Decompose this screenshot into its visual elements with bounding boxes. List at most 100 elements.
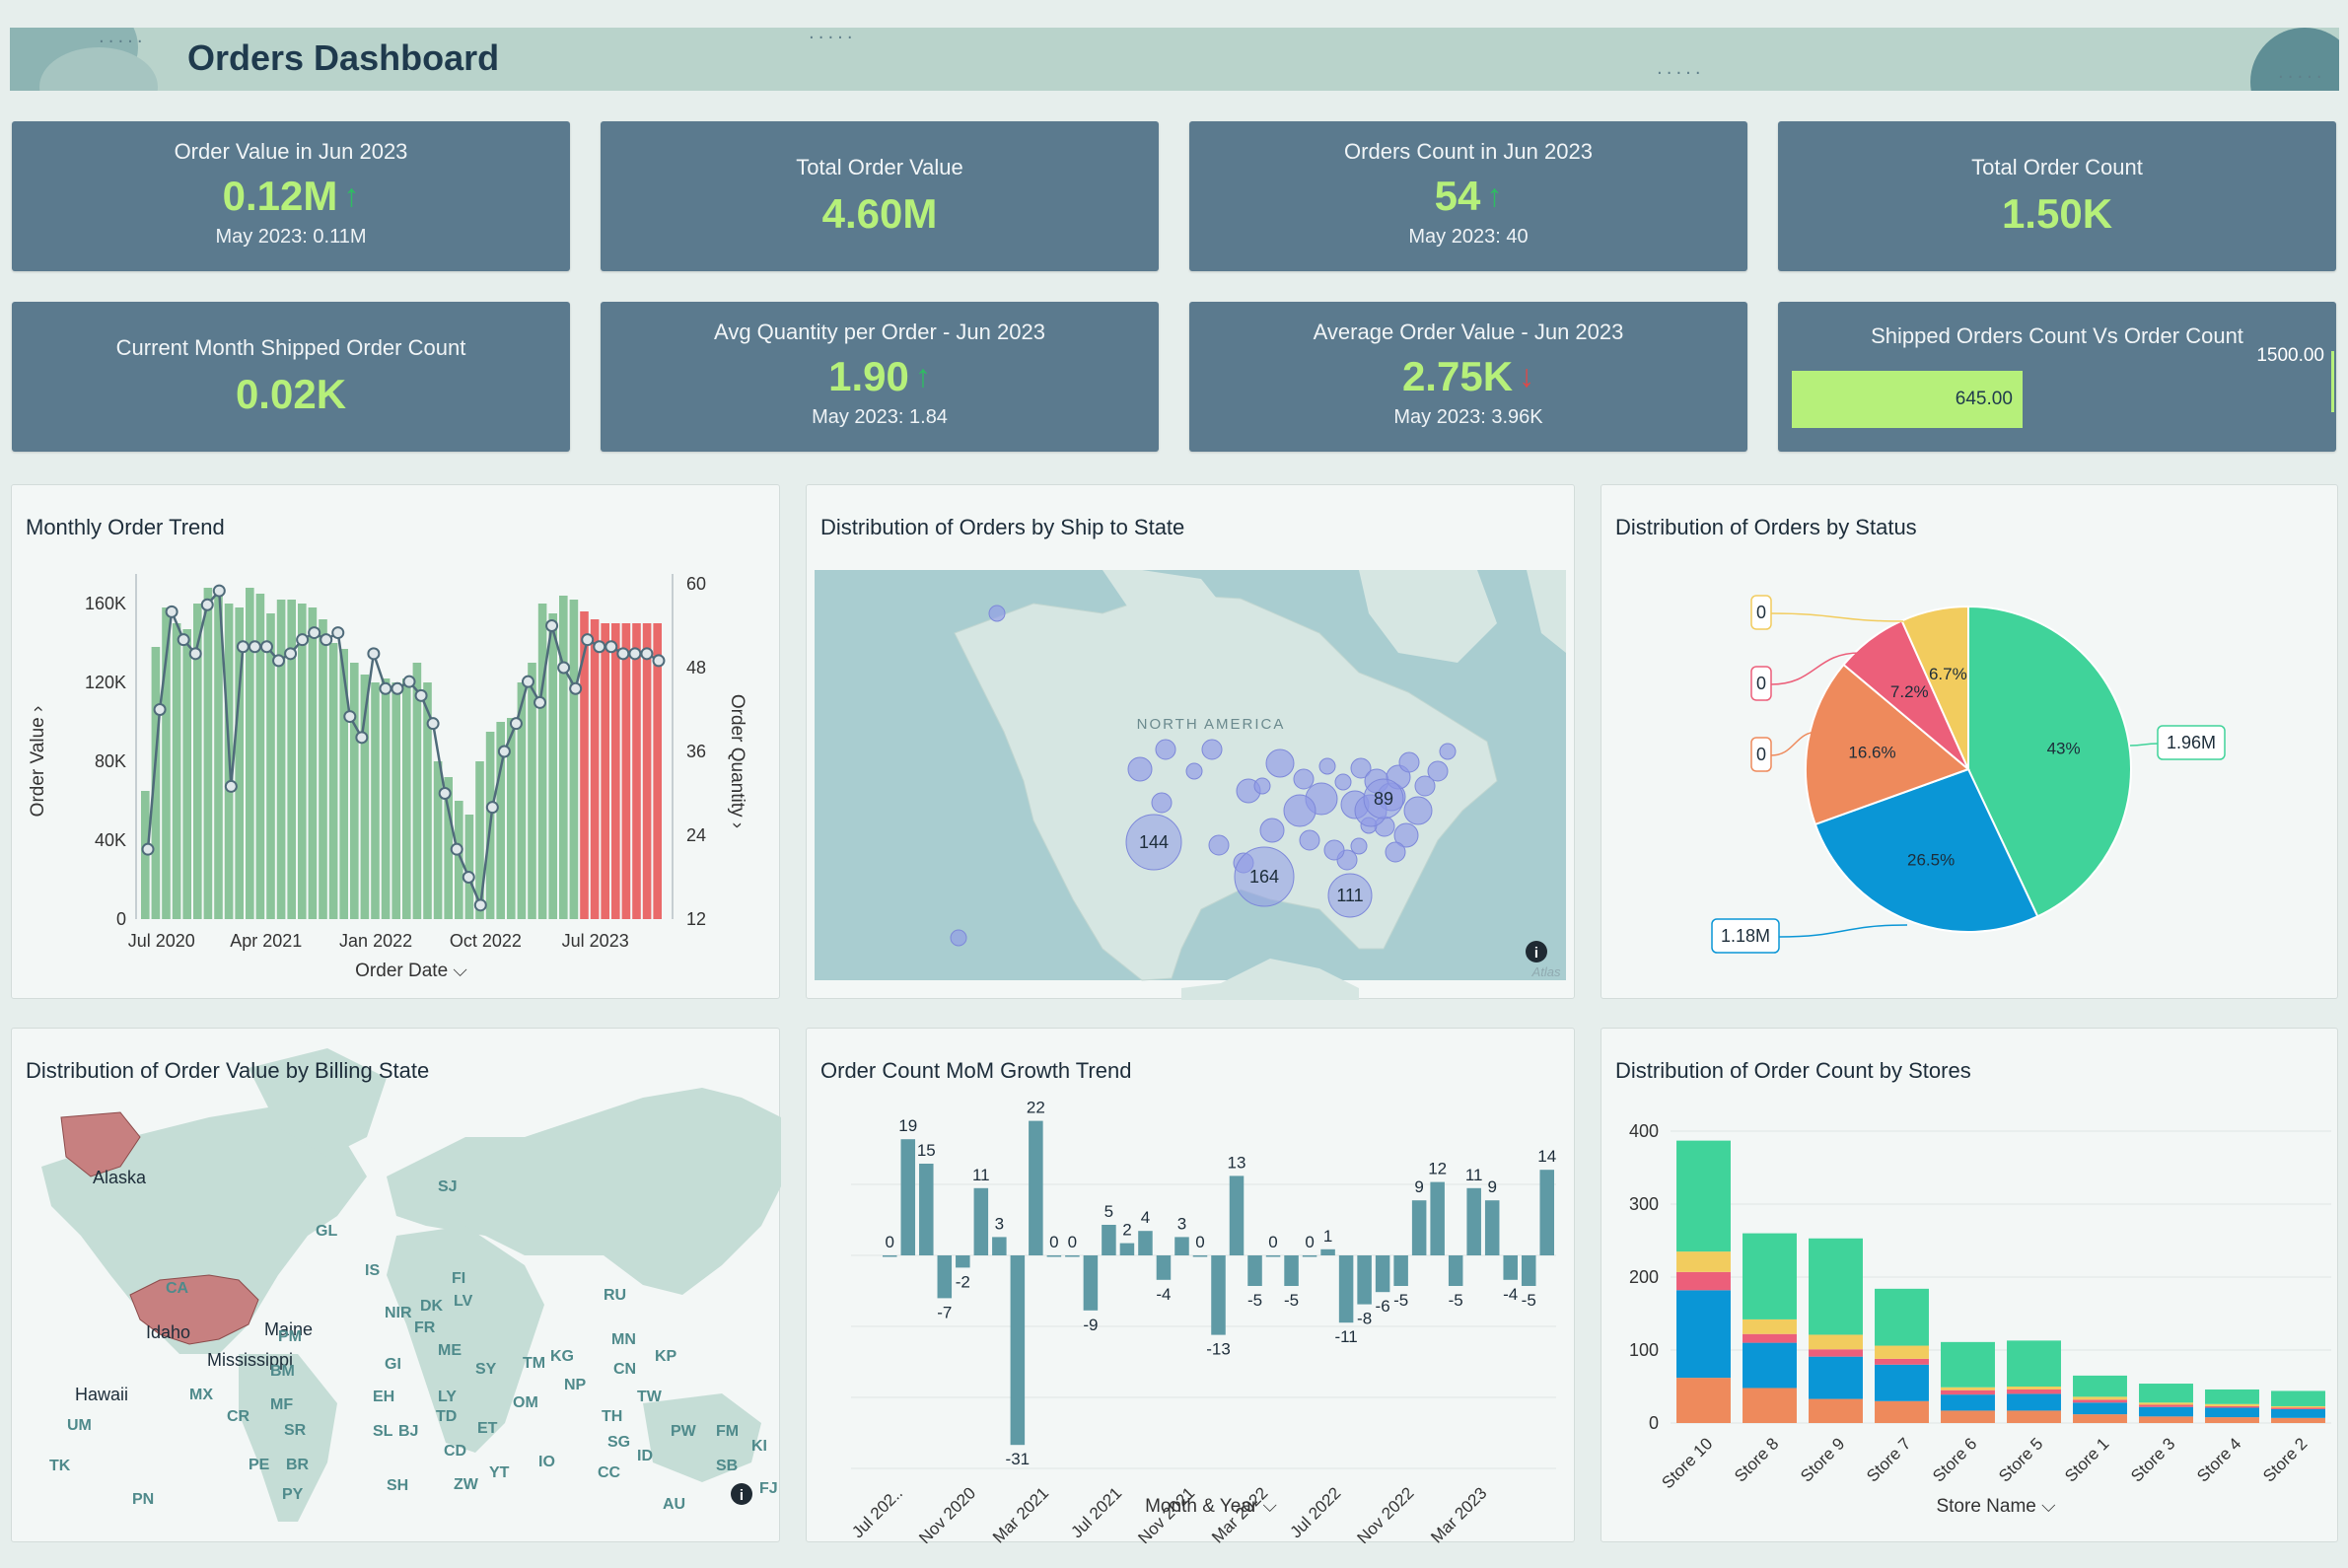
store-bar-segment[interactable] (1743, 1342, 1797, 1389)
order-quantity-point[interactable] (379, 681, 392, 695)
state-bubble[interactable] (1323, 839, 1345, 861)
state-bubble[interactable] (1318, 757, 1336, 775)
store-bar-segment[interactable] (2205, 1403, 2259, 1406)
order-quantity-point[interactable] (414, 688, 428, 702)
mom-bar[interactable] (1503, 1255, 1518, 1280)
panel-orders-by-status[interactable]: 43% 26.5% 16.6% 7.2% 6.7% 1.96M 1.18M 0 0 0 Distr… (1601, 484, 2338, 999)
store-bar-segment[interactable] (2271, 1417, 2325, 1423)
order-quantity-point[interactable] (236, 640, 249, 654)
store-bar-segment[interactable] (2007, 1387, 2061, 1390)
order-value-bar[interactable] (298, 604, 307, 919)
state-bubble[interactable] (1385, 841, 1406, 863)
state-bubble[interactable] (1253, 777, 1271, 795)
order-quantity-point[interactable] (652, 654, 666, 668)
kpi-card-shipped-order-count[interactable]: Current Month Shipped Order Count 0.02K (12, 302, 570, 452)
store-bar-segment[interactable] (2271, 1407, 2325, 1409)
order-value-bar[interactable] (653, 623, 662, 919)
order-quantity-point[interactable] (259, 640, 273, 654)
order-value-bar[interactable] (601, 623, 609, 919)
store-bar-segment[interactable] (2073, 1414, 2127, 1423)
store-bar-segment[interactable] (2205, 1417, 2259, 1423)
store-bar-segment[interactable] (1875, 1400, 1929, 1423)
store-bar-segment[interactable] (2073, 1396, 2127, 1400)
mom-bar[interactable] (1192, 1255, 1208, 1257)
order-quantity-point[interactable] (188, 647, 202, 661)
mom-bar[interactable] (1156, 1255, 1172, 1280)
mom-bar[interactable] (973, 1187, 989, 1255)
kpi-card-order-value-jun[interactable]: Order Value in Jun 2023 0.12M ↑ May 2023:… (12, 121, 570, 271)
store-bar-segment[interactable] (1676, 1290, 1731, 1379)
mom-bar[interactable] (883, 1255, 897, 1257)
order-value-bar[interactable] (350, 663, 359, 919)
kpi-card-avg-quantity[interactable]: Avg Quantity per Order - Jun 2023 1.90 ↑ … (601, 302, 1159, 452)
mom-bar[interactable] (1138, 1231, 1153, 1255)
order-quantity-point[interactable] (450, 842, 463, 856)
state-bubble[interactable] (1398, 751, 1420, 773)
state-bubble[interactable] (1439, 743, 1457, 760)
store-bar-segment[interactable] (2073, 1402, 2127, 1415)
store-bar-segment[interactable] (2007, 1410, 2061, 1423)
state-bubble[interactable] (1259, 818, 1285, 843)
store-bar-segment[interactable] (2271, 1405, 2325, 1408)
mom-bar[interactable] (1466, 1187, 1481, 1255)
order-quantity-point[interactable] (545, 619, 559, 632)
store-bar-segment[interactable] (1809, 1334, 1863, 1350)
store-bar-segment[interactable] (2205, 1405, 2259, 1408)
order-quantity-point[interactable] (367, 647, 381, 661)
y-axis-title[interactable]: Order Value › (28, 706, 48, 818)
order-quantity-point[interactable] (509, 717, 523, 731)
store-bar-segment[interactable] (1743, 1333, 1797, 1343)
store-bar-segment[interactable] (2139, 1416, 2193, 1423)
order-quantity-point[interactable] (593, 640, 606, 654)
order-quantity-point[interactable] (355, 731, 369, 745)
panel-order-value-by-billing-state[interactable]: Alaska Hawaii Idaho Maine Mississippi CA GL IS S… (11, 1028, 781, 1542)
panel-mom-growth-trend[interactable]: 0 19 15 -7 -2 11 3 -31 22 0 0 -9 5 2 4 -4 3 0 -13 13 -5 0 -5 0 1… (806, 1028, 1575, 1543)
store-bar-segment[interactable] (1875, 1358, 1929, 1365)
mom-bar[interactable] (1102, 1225, 1116, 1255)
order-value-bar[interactable] (433, 761, 443, 919)
order-quantity-point[interactable] (224, 779, 238, 793)
order-value-bar[interactable] (559, 596, 568, 919)
order-value-bar[interactable] (569, 600, 579, 919)
order-value-bar[interactable] (246, 588, 254, 919)
order-value-bar[interactable] (548, 613, 557, 919)
store-bar-segment[interactable] (2139, 1406, 2193, 1417)
x-axis-title[interactable]: Order Date ⌵ (355, 961, 467, 981)
mom-bar[interactable] (1393, 1255, 1408, 1286)
store-bar-segment[interactable] (2271, 1390, 2325, 1406)
mom-bar[interactable] (1046, 1255, 1062, 1257)
order-quantity-point[interactable] (581, 633, 595, 647)
state-bubble[interactable] (1334, 773, 1352, 791)
store-bar-segment[interactable] (1809, 1398, 1863, 1423)
state-bubble[interactable] (1155, 739, 1176, 760)
store-bar-segment[interactable] (2073, 1399, 2127, 1403)
state-bubble[interactable] (1403, 796, 1433, 825)
store-bar-segment[interactable] (1809, 1349, 1863, 1357)
order-value-bar[interactable] (182, 629, 191, 919)
store-bar-segment[interactable] (1875, 1345, 1929, 1359)
mom-bar[interactable] (1229, 1176, 1245, 1255)
order-quantity-point[interactable] (605, 640, 618, 654)
mom-bar[interactable] (1302, 1255, 1317, 1257)
ship-state-map[interactable]: NORTH AMERICA 144 164 111 89 i Atlas (807, 485, 1576, 1000)
mom-bar[interactable] (1174, 1237, 1189, 1255)
state-bubble[interactable] (1151, 792, 1173, 814)
store-bar-segment[interactable] (2007, 1340, 2061, 1387)
store-bar-segment[interactable] (2007, 1393, 2061, 1411)
order-quantity-point[interactable] (462, 871, 475, 884)
store-bar-segment[interactable] (1941, 1387, 1995, 1390)
state-bubble[interactable] (988, 605, 1006, 622)
store-bar-segment[interactable] (2271, 1408, 2325, 1418)
panel-order-count-by-stores[interactable]: 0 100 200 300 400 Store 10 Store 8 Store 9 Store… (1601, 1028, 2338, 1542)
order-quantity-point[interactable] (343, 710, 357, 724)
mom-bar[interactable] (956, 1255, 970, 1268)
order-quantity-point[interactable] (141, 842, 155, 856)
kpi-card-average-order-value[interactable]: Average Order Value - Jun 2023 2.75K ↓ Ma… (1189, 302, 1747, 452)
order-quantity-point[interactable] (308, 626, 321, 640)
order-quantity-point[interactable] (248, 640, 261, 654)
mom-bar[interactable] (1119, 1243, 1135, 1255)
mom-bar[interactable] (1265, 1255, 1281, 1257)
order-value-bar[interactable] (391, 682, 400, 919)
order-value-bar[interactable] (371, 682, 380, 919)
status-pie-chart[interactable]: 43% 26.5% 16.6% 7.2%6.7% 1.96M 1.18M 0 0 0 (1601, 485, 2339, 1000)
